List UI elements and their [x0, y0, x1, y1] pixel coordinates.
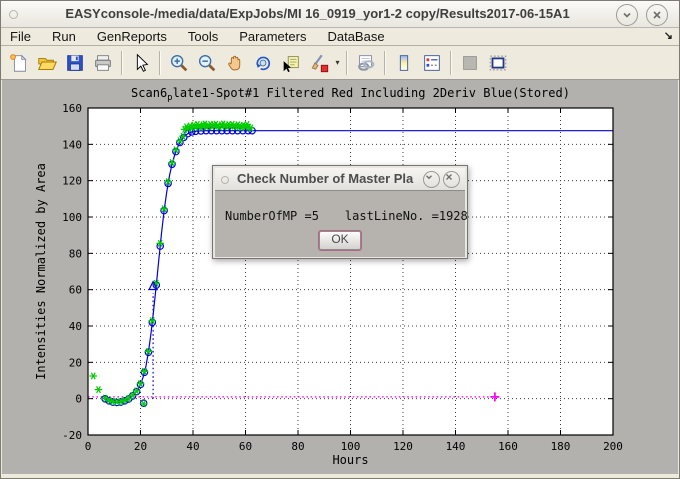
- dialog-body: NumberOfMP =5 lastLineNo. =1928 OK: [215, 191, 465, 257]
- dialog-close-button[interactable]: [443, 171, 460, 188]
- svg-text:0: 0: [85, 440, 92, 453]
- dialog-window: Check Number of Master Pla NumberOfMP =5…: [212, 165, 468, 259]
- dialog-minimize-button[interactable]: [423, 171, 440, 188]
- menu-tools[interactable]: Tools: [180, 29, 226, 44]
- minimize-button[interactable]: [616, 4, 638, 26]
- svg-text:200: 200: [603, 440, 623, 453]
- axes-view-button[interactable]: [485, 50, 511, 76]
- save-icon: [64, 52, 86, 74]
- rotate-icon: [252, 52, 274, 74]
- axes-view-icon: [487, 52, 509, 74]
- menu-overflow-icon[interactable]: ↘: [664, 29, 673, 42]
- dialog-message: NumberOfMP =5 lastLineNo. =1928: [225, 209, 468, 223]
- svg-text:20: 20: [69, 356, 82, 369]
- pointer-tool-button[interactable]: [128, 50, 154, 76]
- zoom-out-button[interactable]: [194, 50, 220, 76]
- menu-database[interactable]: DataBase: [319, 29, 392, 44]
- pan-button[interactable]: [222, 50, 248, 76]
- svg-text:20: 20: [134, 440, 147, 453]
- svg-text:80: 80: [291, 440, 304, 453]
- svg-text:100: 100: [341, 440, 361, 453]
- brush-icon: [308, 52, 330, 74]
- svg-text:Hours: Hours: [332, 453, 368, 467]
- toolbar: ▾: [1, 46, 679, 80]
- toolbar-separator: [450, 51, 452, 75]
- data-cursor-icon: [280, 52, 302, 74]
- ok-button[interactable]: OK: [319, 231, 361, 250]
- tools-disabled-button: [457, 50, 483, 76]
- dialog-message-lastlineno: lastLineNo. =1928: [345, 209, 468, 223]
- chevron-down-icon: [424, 172, 434, 182]
- window-menu-icon: [9, 10, 18, 19]
- link-plot-button[interactable]: [353, 50, 379, 76]
- menu-genreports[interactable]: GenReports: [89, 29, 175, 44]
- data-cursor-button[interactable]: [278, 50, 304, 76]
- new-file-button[interactable]: [6, 50, 32, 76]
- window-titlebar: EASYconsole-/media/data/ExpJobs/MI 16_09…: [1, 1, 679, 28]
- svg-text:160: 160: [62, 102, 82, 115]
- brush-dropdown-caret[interactable]: ▾: [333, 50, 342, 76]
- svg-text:60: 60: [69, 284, 82, 297]
- open-folder-icon: [36, 52, 58, 74]
- svg-text:160: 160: [498, 440, 518, 453]
- svg-text:-20: -20: [62, 429, 82, 442]
- toolbar-separator: [346, 51, 348, 75]
- chart-canvas: 020406080100120140160180200-200204060801…: [2, 80, 679, 474]
- svg-text:40: 40: [186, 440, 199, 453]
- menu-parameters[interactable]: Parameters: [231, 29, 314, 44]
- toolbar-separator: [121, 51, 123, 75]
- save-button[interactable]: [62, 50, 88, 76]
- zoom-out-icon: [196, 52, 218, 74]
- menu-file[interactable]: File: [2, 29, 39, 44]
- dialog-titlebar: Check Number of Master Pla: [215, 168, 465, 191]
- print-icon: [92, 52, 114, 74]
- figure-area: 020406080100120140160180200-200204060801…: [1, 80, 679, 478]
- brush-button[interactable]: [306, 50, 332, 76]
- svg-text:Scan6plate1-Spot#1 Filtered Re: Scan6plate1-Spot#1 Filtered Red Includin…: [131, 86, 570, 103]
- svg-text:60: 60: [239, 440, 252, 453]
- figure-background: 020406080100120140160180200-200204060801…: [2, 80, 678, 474]
- menu-run[interactable]: Run: [44, 29, 84, 44]
- close-icon: [444, 172, 454, 182]
- svg-text:120: 120: [393, 440, 413, 453]
- insert-colorbar-button[interactable]: [391, 50, 417, 76]
- svg-text:120: 120: [62, 175, 82, 188]
- svg-text:40: 40: [69, 320, 82, 333]
- toolbar-separator: [384, 51, 386, 75]
- zoom-in-icon: [168, 52, 190, 74]
- chevron-down-icon: [621, 9, 633, 21]
- insert-legend-button[interactable]: [419, 50, 445, 76]
- print-button[interactable]: [90, 50, 116, 76]
- close-button[interactable]: [646, 4, 668, 26]
- svg-text:100: 100: [62, 211, 82, 224]
- hand-icon: [224, 52, 246, 74]
- close-icon: [651, 9, 663, 21]
- svg-text:140: 140: [446, 440, 466, 453]
- dialog-message-numberofmp: NumberOfMP =5: [225, 209, 319, 223]
- link-icon: [355, 52, 377, 74]
- menubar: File Run GenReports Tools Parameters Dat…: [1, 28, 679, 46]
- svg-text:140: 140: [62, 138, 82, 151]
- dialog-menu-icon: [221, 176, 229, 184]
- app-window: EASYconsole-/media/data/ExpJobs/MI 16_09…: [0, 0, 680, 479]
- rotate-3d-button[interactable]: [250, 50, 276, 76]
- pointer-icon: [130, 52, 152, 74]
- window-title: EASYconsole-/media/data/ExpJobs/MI 16_09…: [26, 1, 609, 27]
- new-file-icon: [8, 52, 30, 74]
- svg-text:80: 80: [69, 247, 82, 260]
- colorbar-icon: [393, 52, 415, 74]
- legend-icon: [421, 52, 443, 74]
- svg-text:0: 0: [75, 393, 82, 406]
- toolbar-separator: [159, 51, 161, 75]
- disabled-square-icon: [459, 52, 481, 74]
- open-file-button[interactable]: [34, 50, 60, 76]
- svg-text:Intensities Normalized by Area: Intensities Normalized by Area: [34, 163, 48, 380]
- dialog-title: Check Number of Master Pla: [237, 168, 419, 190]
- svg-text:180: 180: [551, 440, 571, 453]
- zoom-in-button[interactable]: [166, 50, 192, 76]
